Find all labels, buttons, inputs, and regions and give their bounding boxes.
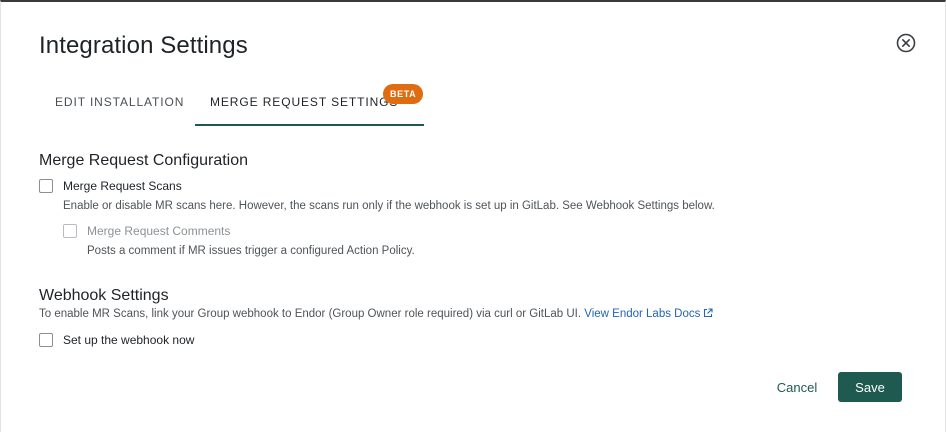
mr-config-heading: Merge Request Configuration <box>39 152 249 169</box>
webhook-description: To enable MR Scans, link your Group webh… <box>39 308 713 321</box>
mr-scans-label: Merge Request Scans <box>63 179 182 193</box>
mr-scans-row: Merge Request Scans <box>39 179 182 193</box>
mr-comments-label: Merge Request Comments <box>87 224 231 238</box>
tab-edit-installation[interactable]: EDIT INSTALLATION <box>55 82 184 126</box>
endor-docs-link[interactable]: View Endor Labs Docs <box>584 308 713 320</box>
webhook-setup-row: Set up the webhook now <box>39 333 194 347</box>
mr-comments-row: Merge Request Comments <box>63 224 230 238</box>
endor-docs-link-label: View Endor Labs Docs <box>584 308 701 320</box>
mr-scans-description: Enable or disable MR scans here. However… <box>63 200 715 212</box>
beta-badge: BETA <box>383 84 424 104</box>
mr-scans-checkbox[interactable] <box>39 179 53 193</box>
webhook-setup-checkbox[interactable] <box>39 333 53 347</box>
mr-comments-checkbox[interactable] <box>63 224 77 238</box>
save-button[interactable]: Save <box>838 372 902 402</box>
close-icon[interactable] <box>896 33 916 53</box>
webhook-description-text: To enable MR Scans, link your Group webh… <box>39 308 582 320</box>
webhook-heading: Webhook Settings <box>39 287 169 304</box>
external-link-icon <box>703 308 713 321</box>
tab-label: MERGE REQUEST SETTINGS <box>210 95 399 109</box>
webhook-setup-label: Set up the webhook now <box>63 333 195 347</box>
mr-comments-description: Posts a comment if MR issues trigger a c… <box>87 245 415 257</box>
dialog-title: Integration Settings <box>39 32 248 59</box>
integration-settings-dialog: Integration Settings EDIT INSTALLATION M… <box>0 0 946 432</box>
settings-tabs: EDIT INSTALLATION MERGE REQUEST SETTINGS… <box>39 82 439 126</box>
cancel-button[interactable]: Cancel <box>766 372 828 402</box>
